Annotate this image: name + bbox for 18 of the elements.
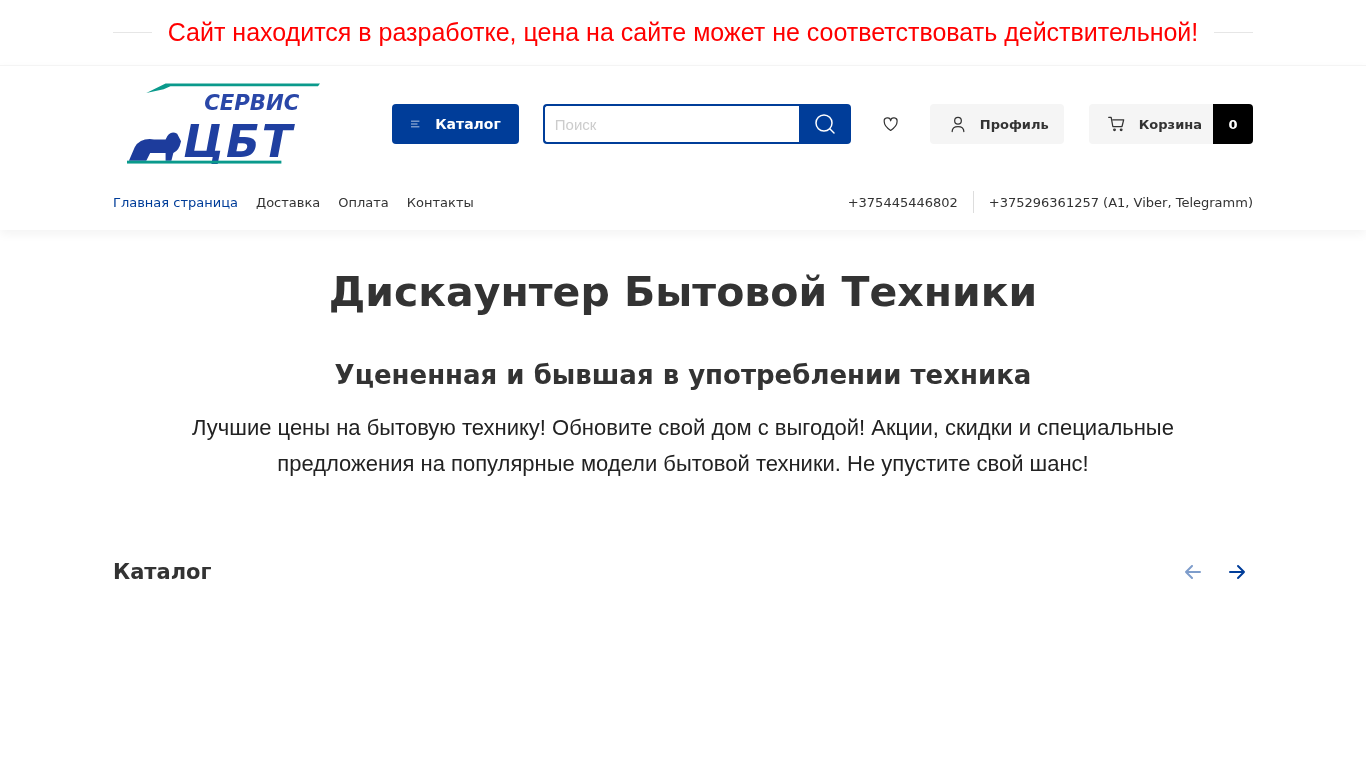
cart-count: 0: [1213, 104, 1253, 144]
page-subtitle: Уцененная и бывшая в употреблении техника: [333, 360, 1033, 390]
nav-link[interactable]: Доставка: [256, 194, 321, 210]
development-notice: Сайт находится в разработке, цена на сайте может не соответствовать действительной!: [167, 18, 1199, 47]
search-icon: [812, 112, 837, 136]
catalog-button[interactable]: Каталог: [391, 104, 519, 144]
profile-button[interactable]: Профиль: [929, 104, 1064, 144]
phone-number[interactable]: +375296361257 (A1, Viber, Telegramm): [988, 194, 1253, 210]
nav-link[interactable]: Главная страница: [113, 194, 238, 210]
nav-link[interactable]: Контакты: [406, 194, 474, 210]
page-title: Дискаунтер Бытовой Техники: [327, 268, 1039, 316]
logo-drawing[interactable]: СЕРВИС ЦБТ: [127, 82, 326, 166]
catalog-heading: Каталог: [113, 560, 212, 584]
cart-icon: [1106, 114, 1127, 134]
phone-number[interactable]: +375445446802: [847, 194, 958, 210]
search-button[interactable]: [798, 104, 851, 144]
intro-paragraph: Лучшие цены на бытовую технику! Обновите свой дом с выгодой! Акции, скидки и специальные предложения на популярные модели бытовой техники. Не упустите свой шанс!: [191, 414, 1175, 478]
nav-link[interactable]: Оплата: [338, 194, 389, 210]
